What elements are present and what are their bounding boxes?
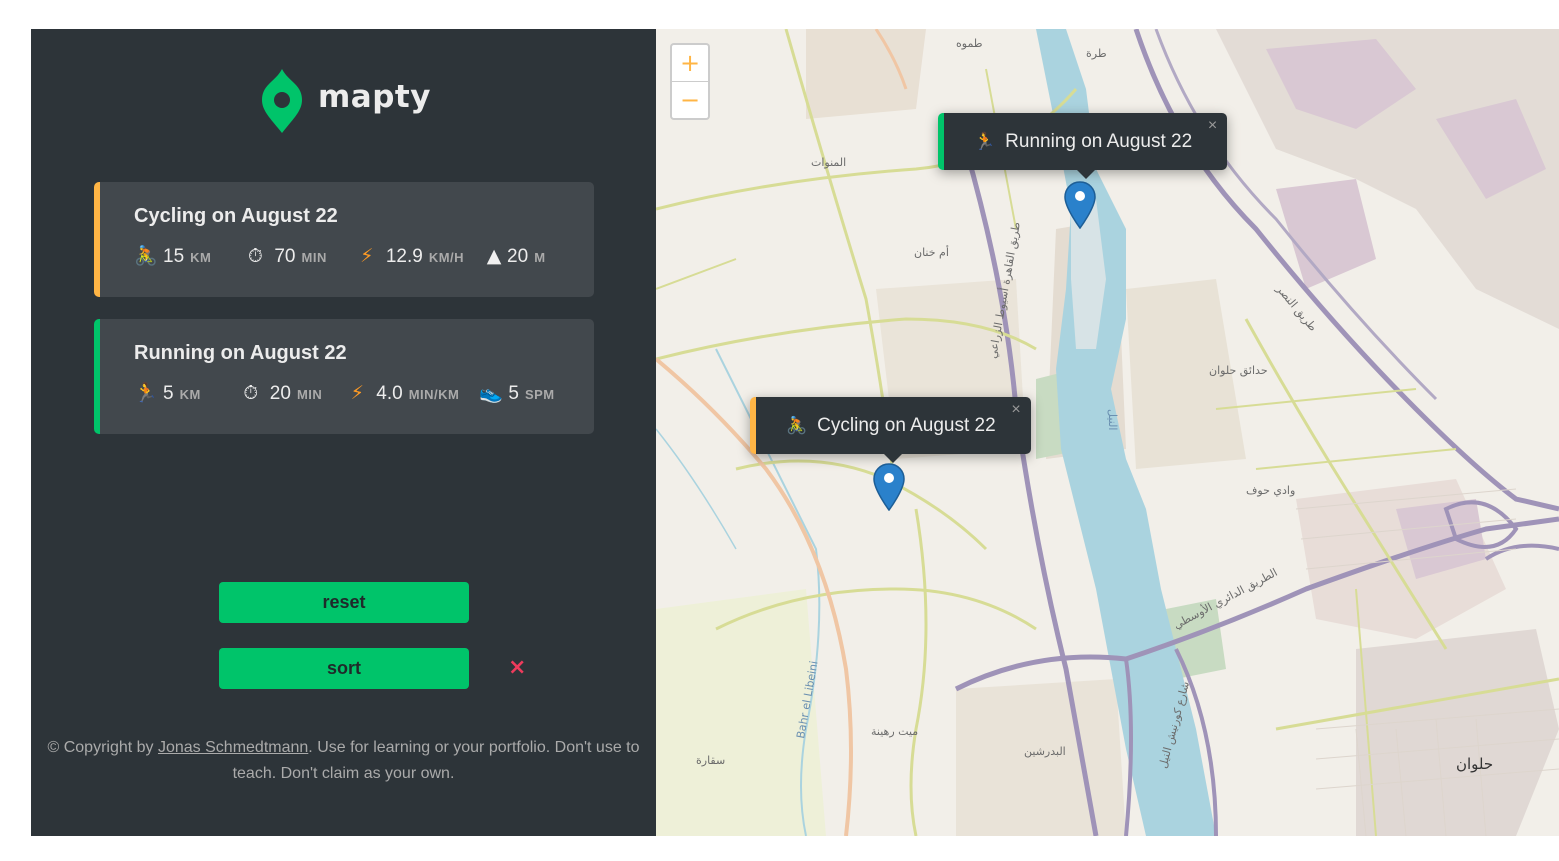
logo: mapty: [262, 67, 431, 133]
detail-speed: ⚡ 12.9 km/h: [357, 245, 464, 268]
map-label: ميت رهينة: [871, 725, 918, 738]
close-icon[interactable]: ×: [508, 655, 526, 680]
mountain-icon: ▲: [486, 245, 502, 267]
detail-distance: 🚴 15 km: [134, 244, 211, 268]
detail-value: 20: [507, 246, 529, 267]
popup-label: Cycling on August 22: [817, 414, 996, 436]
map-label: سقارة: [696, 754, 725, 767]
sidebar: mapty Cycling on August 22 🚴 15 km ⏱ 70 …: [31, 29, 656, 836]
detail-duration: ⏱ 70 min: [245, 245, 326, 268]
detail-unit: km/h: [428, 250, 465, 265]
zoom-in-button[interactable]: +: [672, 45, 708, 82]
popup-tip: [1076, 170, 1095, 179]
detail-distance: 🏃 5 km: [134, 381, 201, 405]
map-label: طموه: [956, 37, 983, 50]
detail-unit: min: [296, 387, 323, 402]
zoom-out-button[interactable]: −: [672, 82, 708, 118]
cycling-popup[interactable]: 🚴 Cycling on August 22 ×: [750, 397, 1031, 463]
workout-title: Cycling on August 22: [134, 205, 338, 227]
detail-unit: km: [190, 250, 212, 265]
map-label: البدرشين: [1024, 745, 1066, 758]
detail-value: 12.9: [385, 246, 423, 267]
cyclist-icon: 🚴: [134, 245, 158, 267]
workout-title: Running on August 22: [134, 342, 347, 364]
lightning-icon: ⚡: [350, 382, 364, 404]
popup-tip: [884, 454, 903, 463]
workout-card-cycling[interactable]: Cycling on August 22 🚴 15 km ⏱ 70 min ⚡: [94, 182, 594, 297]
popup-close-icon[interactable]: ×: [1011, 401, 1020, 419]
map-marker-icon[interactable]: [1064, 181, 1096, 229]
detail-value: 20: [269, 383, 291, 404]
map-label: طرة: [1086, 47, 1107, 60]
author-link[interactable]: Jonas Schmedtmann: [158, 739, 308, 756]
popup-close-icon[interactable]: ×: [1208, 117, 1217, 135]
detail-unit: min/km: [408, 387, 460, 402]
stopwatch-icon: ⏱: [247, 245, 263, 267]
detail-duration: ⏱ 20 min: [241, 382, 322, 405]
detail-unit: min: [301, 250, 327, 265]
cyclist-icon: 🚴: [786, 415, 808, 435]
detail-value: 15: [163, 246, 185, 267]
map-label: النيل: [1106, 409, 1119, 430]
map-label: وادي حوف: [1246, 484, 1295, 497]
copyright: © Copyright by Jonas Schmedtmann. Use fo…: [31, 735, 656, 787]
runner-icon: 🏃: [134, 382, 158, 404]
map-label: المنوات: [811, 156, 846, 169]
map-label: حدائق حلوان: [1209, 364, 1268, 378]
popup-label: Running on August 22: [1005, 130, 1193, 152]
sort-button[interactable]: sort: [219, 648, 469, 689]
detail-elevation: ▲ 20 m: [484, 245, 545, 268]
zoom-control: + −: [670, 43, 710, 120]
copyright-prefix: © Copyright by: [47, 739, 158, 756]
lightning-icon: ⚡: [360, 245, 374, 267]
detail-value: 4.0: [376, 383, 403, 404]
workout-list: Cycling on August 22 🚴 15 km ⏱ 70 min ⚡: [94, 182, 594, 456]
reset-button[interactable]: reset: [219, 582, 469, 623]
detail-value: 5: [163, 383, 174, 404]
map-label: أم خنان: [914, 245, 949, 259]
workout-card-running[interactable]: Running on August 22 🏃 5 km ⏱ 20 min ⚡: [94, 319, 594, 434]
map-pin-logo-icon: [262, 69, 302, 133]
detail-unit: km: [179, 387, 201, 402]
map[interactable]: طموه طرة المنوات أم خنان حدائق حلوان واد…: [656, 29, 1559, 836]
detail-value: 5: [508, 383, 519, 404]
detail-pace: ⚡ 4.0 min/km: [347, 382, 459, 405]
runner-icon: 🏃: [974, 131, 996, 151]
shoe-icon: 👟: [479, 382, 504, 404]
running-popup[interactable]: 🏃 Running on August 22 ×: [938, 113, 1228, 179]
workout-details: 🚴 15 km ⏱ 70 min ⚡ 12.9 km/h: [134, 244, 594, 268]
app: mapty Cycling on August 22 🚴 15 km ⏱ 70 …: [31, 29, 1559, 836]
detail-unit: spm: [524, 387, 555, 402]
map-marker-icon[interactable]: [873, 463, 905, 511]
brand-name: mapty: [318, 79, 431, 115]
detail-value: 70: [274, 246, 296, 267]
detail-cadence: 👟 5 spm: [479, 381, 554, 405]
stopwatch-icon: ⏱: [243, 382, 259, 404]
detail-unit: m: [534, 250, 546, 265]
workout-details: 🏃 5 km ⏱ 20 min ⚡ 4.0 min/km: [134, 381, 594, 405]
map-label: حلوان: [1456, 755, 1493, 773]
